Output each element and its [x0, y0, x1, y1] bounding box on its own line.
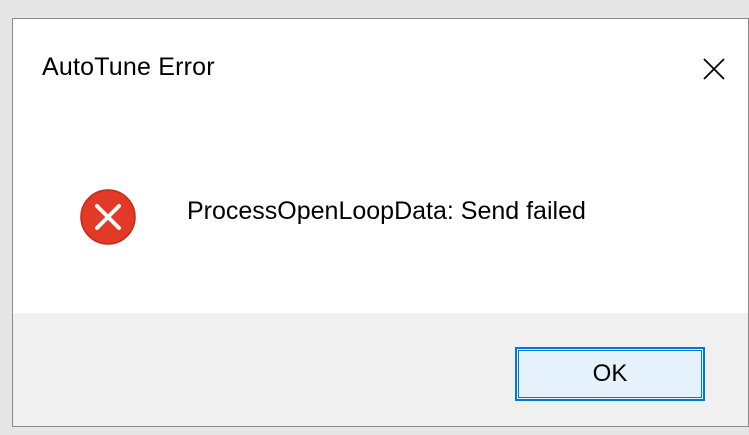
error-icon	[80, 189, 136, 245]
title-bar: AutoTune Error	[13, 19, 748, 115]
error-dialog: AutoTune Error ProcessOpenLoopData: Send…	[12, 18, 749, 427]
dialog-title: AutoTune Error	[42, 53, 215, 81]
dialog-content: ProcessOpenLoopData: Send failed	[13, 115, 748, 313]
close-icon	[703, 58, 725, 80]
button-bar: OK	[13, 313, 748, 426]
error-message: ProcessOpenLoopData: Send failed	[187, 197, 586, 225]
close-button[interactable]	[680, 29, 748, 109]
ok-button[interactable]: OK	[515, 347, 705, 401]
